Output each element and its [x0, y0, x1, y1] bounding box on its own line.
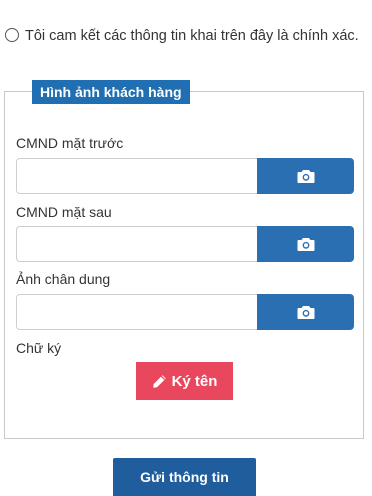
- id-front-group: [16, 158, 354, 194]
- customer-images-legend: Hình ảnh khách hàng: [32, 80, 190, 104]
- commitment-text: Tôi cam kết các thông tin khai trên đây …: [25, 28, 359, 44]
- id-front-upload-button[interactable]: [257, 158, 354, 194]
- portrait-label: Ảnh chân dung: [16, 271, 111, 287]
- sign-button[interactable]: Ký tên: [136, 362, 233, 400]
- camera-icon: [297, 237, 314, 251]
- signature-label: Chữ ký: [16, 340, 62, 356]
- camera-icon: [297, 305, 314, 319]
- camera-icon: [297, 169, 314, 183]
- pencil-icon: [152, 374, 166, 388]
- id-back-group: [16, 226, 354, 262]
- id-back-label: CMND mặt sau: [16, 204, 112, 220]
- portrait-input[interactable]: [16, 294, 257, 330]
- portrait-upload-button[interactable]: [257, 294, 354, 330]
- id-front-input[interactable]: [16, 158, 257, 194]
- id-front-label: CMND mặt trước: [16, 135, 124, 151]
- commitment-radio[interactable]: [5, 28, 19, 42]
- id-back-upload-button[interactable]: [257, 226, 354, 262]
- id-back-input[interactable]: [16, 226, 257, 262]
- sign-button-label: Ký tên: [171, 372, 218, 390]
- submit-button[interactable]: Gửi thông tin: [113, 458, 256, 496]
- commitment-row[interactable]: Tôi cam kết các thông tin khai trên đây …: [5, 26, 365, 46]
- portrait-group: [16, 294, 354, 330]
